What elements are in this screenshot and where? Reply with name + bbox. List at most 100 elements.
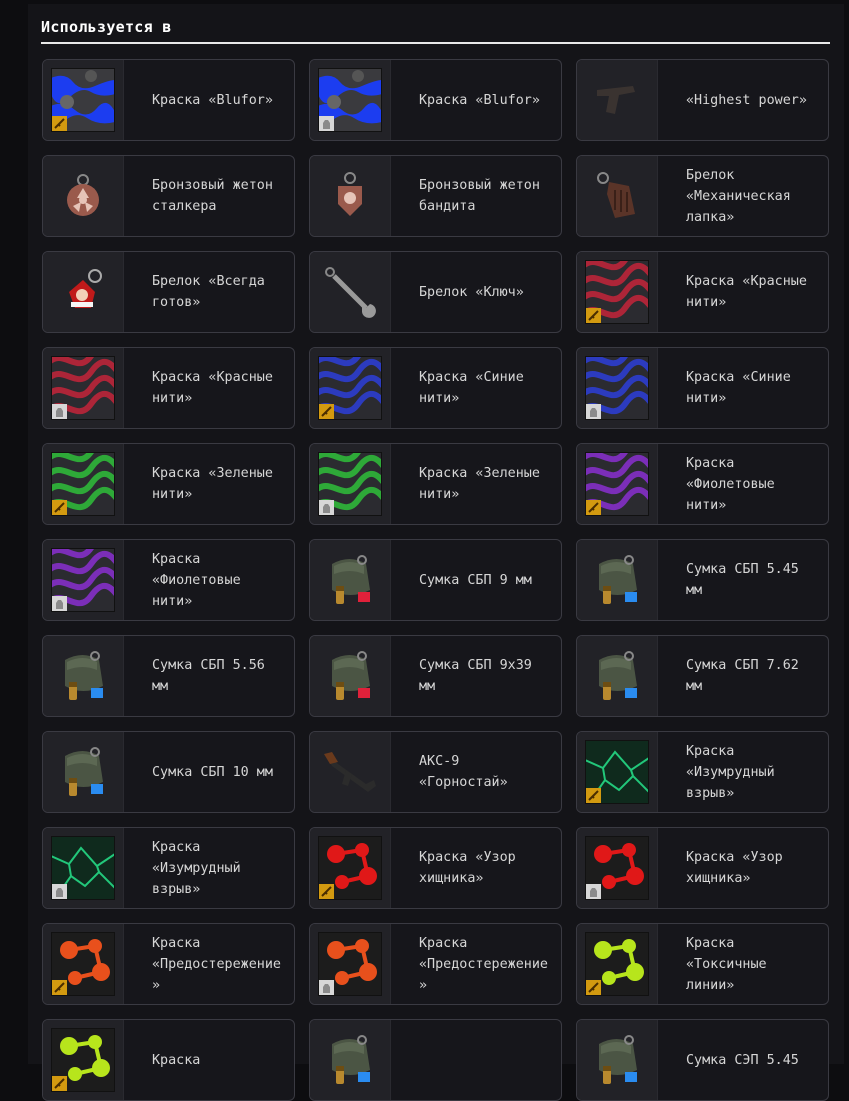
paint-swatch-icon: [577, 924, 658, 1004]
item-card[interactable]: АКС-9 «Горностай»: [309, 731, 562, 813]
paint-swatch-icon: [310, 828, 391, 908]
item-name: Краска «Предостережение»: [152, 935, 281, 993]
item-name: Сумка СБП 9 мм: [419, 572, 532, 588]
item-card[interactable]: Брелок «Механическая лапка»: [576, 155, 829, 237]
item-card[interactable]: Краска «Предостережение»: [309, 923, 562, 1005]
item-name: Бронзовый жетон сталкера: [152, 178, 281, 214]
ammo-bag-icon: [43, 732, 124, 812]
paint-swatch-icon: [310, 444, 391, 524]
item-card[interactable]: Брелок «Всегда готов»: [42, 251, 295, 333]
item-card[interactable]: Сумка СБП 9х39 мм: [309, 635, 562, 717]
item-name: Брелок «Всегда готов»: [152, 274, 273, 310]
item-card[interactable]: Бронзовый жетон бандита: [309, 155, 562, 237]
item-card[interactable]: Краска «Красные нити»: [42, 347, 295, 429]
item-name: АКС-9 «Горностай»: [419, 754, 508, 790]
item-name: Краска «Узор хищника»: [686, 850, 791, 886]
item-card[interactable]: Краска: [42, 1019, 295, 1101]
item-name: Краска «Красные нити»: [686, 274, 815, 310]
paint-swatch-icon: [577, 828, 658, 908]
section-title: Используется в: [41, 18, 172, 36]
ammo-bag-icon: [310, 1020, 391, 1100]
item-name: «Highest power»: [686, 92, 807, 108]
bronze-token-icon: [43, 156, 124, 236]
item-card[interactable]: Краска «Токсичные линии»: [576, 923, 829, 1005]
item-name: Краска «Зеленые нити»: [152, 466, 281, 502]
paint-swatch-icon: [310, 924, 391, 1004]
paint-swatch-icon: [577, 348, 658, 428]
paint-swatch-icon: [310, 60, 391, 140]
item-card[interactable]: Сумка СБП 10 мм: [42, 731, 295, 813]
item-name: Сумка СБП 5.56 мм: [152, 658, 273, 694]
ammo-bag-icon: [43, 636, 124, 716]
item-card[interactable]: Краска «Фиолетовые нити»: [576, 443, 829, 525]
item-name: Краска «Изумрудный взрыв»: [686, 743, 783, 801]
paint-swatch-icon: [43, 444, 124, 524]
item-name: Сумка СБП 9х39 мм: [419, 658, 540, 694]
item-card[interactable]: Сумка СБП 7.62 мм: [576, 635, 829, 717]
ammo-bag-icon: [577, 540, 658, 620]
paint-swatch-icon: [577, 732, 658, 812]
item-card[interactable]: Сумка СБП 5.56 мм: [42, 635, 295, 717]
pistol-icon: [577, 60, 658, 140]
item-card[interactable]: Краска «Узор хищника»: [309, 827, 562, 909]
item-card[interactable]: Краска «Предостережение»: [42, 923, 295, 1005]
item-card[interactable]: Краска «Blufor»: [42, 59, 295, 141]
paint-swatch-icon: [43, 540, 124, 620]
item-name: Брелок «Механическая лапка»: [686, 167, 799, 225]
item-card[interactable]: Краска «Фиолетовые нити»: [42, 539, 295, 621]
wrench-icon: [310, 252, 391, 332]
item-name: Краска «Предостережение»: [419, 935, 548, 993]
item-name: Сумка СБП 10 мм: [152, 764, 273, 780]
paint-swatch-icon: [577, 252, 658, 332]
item-card[interactable]: Краска «Изумрудный взрыв»: [42, 827, 295, 909]
title-divider: [41, 42, 830, 44]
item-name: Краска «Узор хищника»: [419, 850, 524, 886]
item-name: Сумка СЭП 5.45: [686, 1052, 799, 1068]
used-in-grid: Краска «Blufor» Краска «Blufor» «Highest p…: [42, 59, 830, 1101]
item-card[interactable]: Сумка СБП 9 мм: [309, 539, 562, 621]
paint-swatch-icon: [43, 348, 124, 428]
item-card[interactable]: Краска «Зеленые нити»: [309, 443, 562, 525]
item-card[interactable]: Сумка СЭП 5.45: [576, 1019, 829, 1101]
item-name: Краска «Изумрудный взрыв»: [152, 839, 249, 897]
item-card[interactable]: Краска «Синие нити»: [576, 347, 829, 429]
item-card[interactable]: Бронзовый жетон сталкера: [42, 155, 295, 237]
item-card[interactable]: Краска «Красные нити»: [576, 251, 829, 333]
item-name: Краска «Фиолетовые нити»: [686, 455, 783, 513]
ammo-bag-icon: [577, 1020, 658, 1100]
item-name: Краска «Blufor»: [152, 92, 273, 108]
paint-swatch-icon: [43, 828, 124, 908]
paint-swatch-icon: [43, 1020, 124, 1100]
item-card[interactable]: Брелок «Ключ»: [309, 251, 562, 333]
ammo-bag-icon: [577, 636, 658, 716]
item-name: Сумка СБП 7.62 мм: [686, 658, 807, 694]
ammo-bag-icon: [310, 636, 391, 716]
ammo-bag-icon: [310, 540, 391, 620]
item-name: Сумка СБП 5.45 мм: [686, 562, 807, 598]
item-name: Краска «Красные нити»: [152, 370, 281, 406]
item-name: Краска «Blufor»: [419, 92, 540, 108]
bronze-token-icon: [310, 156, 391, 236]
paint-swatch-icon: [43, 924, 124, 1004]
paint-swatch-icon: [310, 348, 391, 428]
item-card[interactable]: Краска «Синие нити»: [309, 347, 562, 429]
item-name: Бронзовый жетон бандита: [419, 178, 548, 214]
keychain-icon: [577, 156, 658, 236]
item-card[interactable]: «Highest power»: [576, 59, 829, 141]
item-name: Краска «Зеленые нити»: [419, 466, 548, 502]
item-card[interactable]: [309, 1019, 562, 1101]
item-card[interactable]: Краска «Blufor»: [309, 59, 562, 141]
item-name: Краска: [152, 1052, 201, 1068]
item-card[interactable]: Краска «Зеленые нити»: [42, 443, 295, 525]
paint-swatch-icon: [577, 444, 658, 524]
item-name: Брелок «Ключ»: [419, 284, 524, 300]
item-card[interactable]: Краска «Узор хищника»: [576, 827, 829, 909]
item-name: Краска «Синие нити»: [419, 370, 532, 406]
rifle-icon: [310, 732, 391, 812]
item-card[interactable]: Краска «Изумрудный взрыв»: [576, 731, 829, 813]
item-card[interactable]: Сумка СБП 5.45 мм: [576, 539, 829, 621]
item-name: Краска «Синие нити»: [686, 370, 799, 406]
badge-keychain-icon: [43, 252, 124, 332]
item-name: Краска «Токсичные линии»: [686, 935, 775, 993]
item-name: Краска «Фиолетовые нити»: [152, 551, 249, 609]
